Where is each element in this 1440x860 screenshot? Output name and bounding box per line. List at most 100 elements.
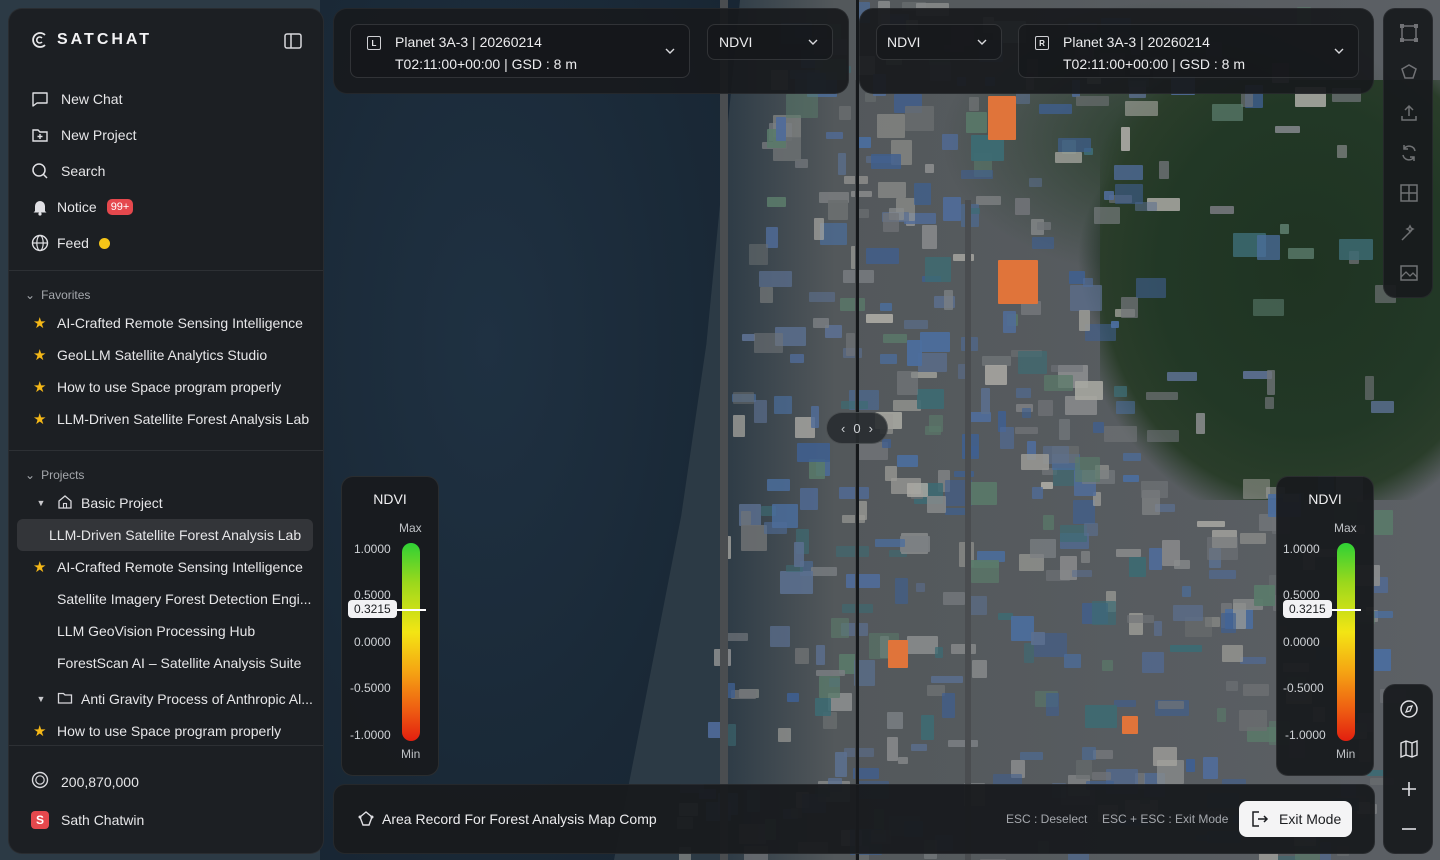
new-chat-button[interactable]: New Chat [31,81,136,117]
new-project-label: New Project [61,127,137,143]
legend-current-marker[interactable] [396,609,426,612]
building [1115,184,1143,205]
building [836,546,870,557]
favorite-item[interactable]: ★ How to use Space program properly [23,371,313,403]
zoom-out-icon[interactable] [1399,819,1419,839]
zoom-in-icon[interactable] [1399,779,1419,799]
magic-wand-icon[interactable] [1399,223,1419,243]
favorite-item[interactable]: ★ AI-Crafted Remote Sensing Intelligence [23,307,313,339]
building [1220,612,1236,634]
building [1092,421,1104,433]
building [1055,151,1083,164]
star-icon: ★ [33,723,47,740]
chat-icon [31,90,49,108]
building [988,96,1016,140]
building [953,254,975,262]
divider [9,270,323,271]
user-name: Sath Chatwin [61,812,145,828]
feed-button[interactable]: Feed [31,225,136,261]
project-item[interactable]: ForestScan AI – Satellite Analysis Suite [23,647,313,679]
project-folder-basic[interactable]: ▼ Basic Project [23,487,313,519]
building [837,152,846,175]
building [763,522,788,535]
building [776,117,786,141]
refresh-icon[interactable] [1399,143,1419,163]
compass-icon[interactable] [1399,699,1419,719]
building [1037,222,1051,230]
building [895,577,908,604]
favorites-title: Favorites [41,288,91,302]
building [913,183,931,205]
building [1070,285,1102,311]
project-item-active[interactable]: LLM-Driven Satellite Forest Analysis Lab [17,519,313,551]
compare-slider-handle[interactable]: ‹ 0 › [826,412,888,444]
right-image-line2: T02:11:00+00:00 | GSD : 8 m [1063,56,1245,72]
building [814,218,824,240]
favorite-item[interactable]: ★ GeoLLM Satellite Analytics Studio [23,339,313,371]
legend-current-marker[interactable] [1331,609,1361,612]
building [1288,248,1315,259]
building [903,319,928,329]
left-image-select[interactable]: L Planet 3A-3 | 20260214 T02:11:00+00:00… [350,24,690,78]
building [733,392,755,405]
building [846,574,880,588]
project-item[interactable]: LLM GeoVision Processing Hub [23,615,313,647]
sidebar-toggle-icon[interactable] [283,31,303,51]
building [1243,478,1271,500]
upload-icon[interactable] [1399,103,1419,123]
building [1092,601,1117,625]
project-item[interactable]: ★ AI-Crafted Remote Sensing Intelligence [23,551,313,583]
building [1197,520,1226,528]
map-icon[interactable] [1399,739,1419,759]
right-index-select[interactable]: NDVI [876,24,1002,60]
search-button[interactable]: Search [31,153,136,189]
left-index-select[interactable]: NDVI [707,24,833,60]
building [907,483,929,498]
legend-tick: 0.0000 [354,635,391,649]
bbox-icon[interactable] [1399,23,1419,43]
building [809,292,836,302]
handle-glyph: 0 [853,420,861,436]
building [1032,486,1044,499]
building [1157,700,1185,709]
hint-exit: ESC + ESC : Exit Mode [1102,812,1229,826]
favorites-header[interactable]: ⌄ Favorites [25,288,90,302]
exit-mode-label: Exit Mode [1279,811,1342,827]
project-item[interactable]: ★ How to use Space program properly [23,715,313,747]
right-image-line1: Planet 3A-3 | 20260214 [1063,34,1210,50]
exit-mode-button[interactable]: Exit Mode [1239,801,1352,837]
search-icon [31,162,49,180]
project-item[interactable]: Satellite Imagery Forest Detection Engi.… [23,583,313,615]
building [1058,138,1091,152]
polygon-icon[interactable] [1399,63,1419,83]
brand[interactable]: SATCHAT [31,31,152,49]
legend-title: NDVI [1308,491,1342,507]
right-image-tag: R [1035,36,1049,50]
folder-plus-icon [31,126,49,144]
grid-icon[interactable] [1399,183,1419,203]
right-image-select[interactable]: R Planet 3A-3 | 20260214 T02:11:00+00:00… [1018,24,1359,78]
building [915,582,925,592]
folder-icon [57,690,73,709]
favorite-item[interactable]: ★ LLM-Driven Satellite Forest Analysis La… [23,403,313,435]
building [942,692,955,719]
compare-image-icon[interactable] [1399,263,1419,283]
building [786,94,818,119]
notice-button[interactable]: Notice 99+ [31,189,136,225]
new-project-button[interactable]: New Project [31,117,136,153]
favorite-label: GeoLLM Satellite Analytics Studio [57,347,268,363]
search-label: Search [61,163,106,179]
building [796,442,830,462]
building [930,676,964,684]
brand-name: SATCHAT [57,31,153,48]
credits-row[interactable]: 200,870,000 [31,771,139,792]
projects-header[interactable]: ⌄ Projects [25,468,84,482]
building [943,591,966,605]
building [1207,537,1239,561]
project-folder[interactable]: ▼ Anti Gravity Process of Anthropic Al..… [23,683,313,715]
building [799,487,818,511]
road [965,200,971,860]
user-profile[interactable]: S Sath Chatwin [31,811,144,829]
building [925,163,934,173]
building [1103,425,1137,442]
